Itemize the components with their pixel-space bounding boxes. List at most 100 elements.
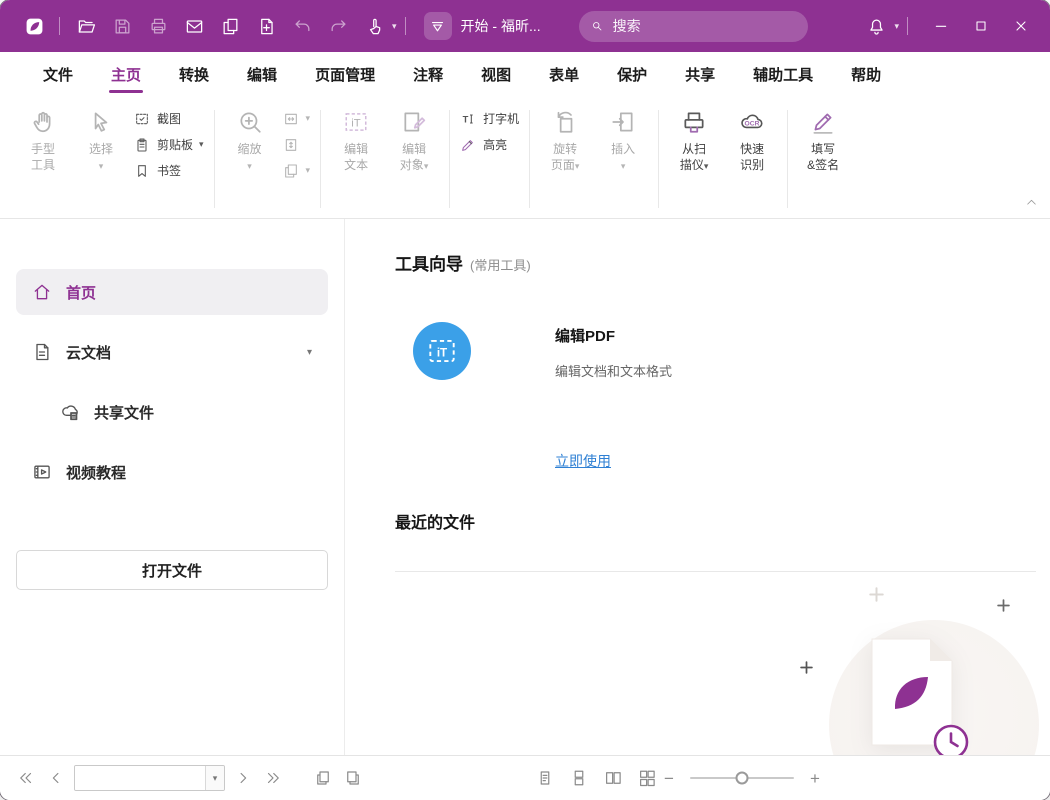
highlight-button[interactable]: 高亮 [460,136,519,153]
search-input[interactable] [611,17,796,35]
menu-edit[interactable]: 编辑 [228,52,296,96]
zoom-out-button[interactable]: − [660,770,678,787]
rotate-pages-button[interactable]: 旋转 页面▾ [536,104,594,177]
touch-mode-dropdown-icon[interactable]: ▾ [392,22,397,31]
fit-width-dropdown-icon[interactable]: ▾ [306,114,311,123]
save-icon[interactable] [111,15,133,37]
mail-icon[interactable] [183,15,205,37]
prev-view-button[interactable] [311,766,335,790]
sidebar-item-video-tutorials[interactable]: 视频教程 [16,449,328,495]
zoom-icon [237,108,263,136]
ribbon-toolbar: 手型工具 选择 ▾ 截图 剪贴板 ▾ [0,96,1050,219]
open-folder-icon[interactable] [75,15,97,37]
menu-share[interactable]: 共享 [666,52,734,96]
menu-view[interactable]: 视图 [462,52,530,96]
screenshot-button[interactable]: 截图 [134,110,204,127]
undo-icon[interactable] [291,15,313,37]
notifications-dropdown-icon[interactable]: ▾ [894,22,899,31]
foxit-logo [21,13,47,39]
start-tab-icon [424,12,452,40]
typewriter-button[interactable]: T 打字机 [460,110,519,127]
search-box[interactable] [579,11,808,42]
continuous-facing-view-icon[interactable] [635,766,659,790]
edit-object-button[interactable]: 编辑 对象▾ [385,104,443,177]
menu-bar: 文件 主页 转换 编辑 页面管理 注释 视图 表单 保护 共享 辅助工具 帮助 [0,52,1050,96]
last-page-button[interactable] [261,766,285,790]
zoom-in-button[interactable]: + [806,770,824,787]
insert-dropdown-icon[interactable]: ▾ [621,162,626,171]
notifications-bell-icon[interactable] [865,15,887,37]
clipboard-button[interactable]: 剪贴板 ▾ [134,136,204,153]
ribbon-divider [214,110,215,208]
next-view-button[interactable] [341,766,365,790]
search-icon [591,18,603,34]
rotate-pages-dropdown-icon[interactable]: ▾ [575,161,580,171]
from-scanner-dropdown-icon[interactable]: ▾ [704,161,709,171]
sidebar-item-cloud-docs[interactable]: 云文档 ▾ [16,329,328,375]
sidebar-item-home[interactable]: 首页 [16,269,328,315]
hand-tool-button[interactable]: 手型工具 [14,104,72,177]
menu-home[interactable]: 主页 [92,52,160,96]
edit-pdf-card-title: 编辑PDF [555,325,615,346]
close-button[interactable] [1006,11,1036,41]
start-tab[interactable]: 开始 - 福昕... [424,12,541,40]
print-icon[interactable] [147,15,169,37]
maximize-button[interactable] [966,11,996,41]
select-dropdown-icon[interactable]: ▾ [99,162,104,171]
zoom-tool-button[interactable]: 缩放 ▾ [221,104,279,175]
menu-file[interactable]: 文件 [24,52,92,96]
menu-help[interactable]: 帮助 [832,52,900,96]
fit-width-button[interactable]: ▾ [283,110,311,127]
next-page-button[interactable] [231,766,255,790]
cloud-docs-expand-icon[interactable]: ▾ [307,347,312,358]
ocr-icon: OCR [739,108,765,136]
sidebar-item-shared-files[interactable]: 共享文件 [16,389,328,435]
insert-pages-icon [610,108,636,136]
clipboard-dropdown-icon[interactable]: ▾ [199,140,204,149]
fit-page-dropdown-icon[interactable]: ▾ [306,166,311,175]
open-file-button[interactable]: 打开文件 [16,550,328,590]
prev-page-button[interactable] [44,766,68,790]
wizard-title: 工具向导 [395,250,463,275]
edit-text-icon: iT [343,108,369,136]
touch-mode-icon[interactable] [363,15,385,37]
single-page-view-icon[interactable] [533,766,557,790]
facing-view-icon[interactable] [601,766,625,790]
new-document-icon[interactable] [255,15,277,37]
zoom-slider[interactable] [690,777,794,779]
fit-page-button[interactable]: ▾ [283,162,311,179]
clipboard-icon [134,136,151,153]
menu-page-management[interactable]: 页面管理 [296,52,394,96]
collapse-ribbon-icon[interactable] [1025,196,1038,214]
select-tool-button[interactable]: 选择 ▾ [72,104,130,175]
zoom-slider-handle[interactable] [736,772,749,785]
fill-sign-button[interactable]: 填写&签名 [794,104,852,177]
wizard-subtitle: (常用工具) [470,255,531,274]
copy-icon[interactable] [219,15,241,37]
quick-ocr-button[interactable]: OCR 快速识别 [723,104,781,177]
use-now-link[interactable]: 立即使用 [555,451,611,471]
first-page-button[interactable] [14,766,38,790]
redo-icon[interactable] [327,15,349,37]
edit-pdf-icon[interactable]: iT [413,322,471,380]
zoom-dropdown-icon[interactable]: ▾ [247,162,252,171]
ribbon-divider [449,110,450,208]
menu-convert[interactable]: 转换 [160,52,228,96]
edit-text-button[interactable]: iT 编辑文本 [327,104,385,177]
page-number-input[interactable] [75,766,205,790]
edit-object-icon [401,108,427,136]
svg-text:iT: iT [437,346,447,359]
continuous-view-icon[interactable] [567,766,591,790]
bookmark-button[interactable]: 书签 [134,162,204,179]
menu-comment[interactable]: 注释 [394,52,462,96]
menu-protect[interactable]: 保护 [598,52,666,96]
edit-object-dropdown-icon[interactable]: ▾ [424,161,429,171]
page-number-dropdown-icon[interactable]: ▾ [205,766,224,790]
menu-form[interactable]: 表单 [530,52,598,96]
from-scanner-button[interactable]: 从扫 描仪▾ [665,104,723,177]
fit-height-button[interactable] [283,136,311,153]
menu-accessibility[interactable]: 辅助工具 [734,52,832,96]
minimize-button[interactable] [926,11,956,41]
insert-pages-button[interactable]: 插入 ▾ [594,104,652,175]
rotate-pages-icon [552,108,578,136]
